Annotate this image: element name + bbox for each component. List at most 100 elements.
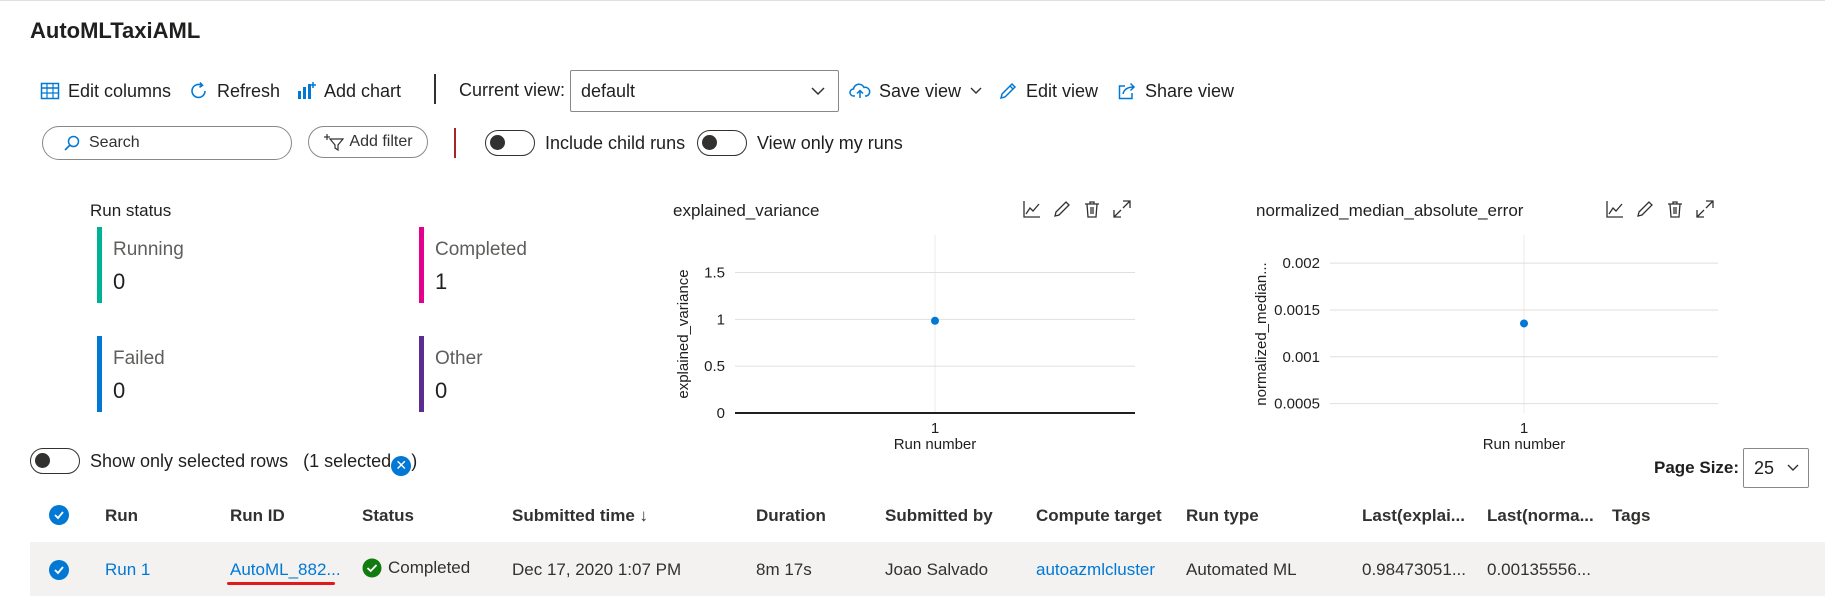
trash-icon[interactable]: [1082, 199, 1102, 219]
chart-title: explained_variance: [673, 201, 820, 220]
edit-view-button[interactable]: Edit view: [998, 76, 1098, 106]
y-tick-label: 0.0005: [1274, 396, 1320, 413]
expand-icon[interactable]: [1695, 199, 1715, 219]
bar-chart-icon: [298, 82, 316, 99]
data-point: [1520, 319, 1528, 328]
status-tile-label: Running: [113, 239, 184, 260]
refresh-button[interactable]: Refresh: [189, 76, 280, 106]
last-explained-variance-cell: 0.98473051...: [1362, 560, 1466, 579]
select-all-checkbox[interactable]: [49, 505, 69, 525]
include-child-runs-toggle[interactable]: [485, 130, 535, 156]
chart-title: normalized_median_absolute_error: [1256, 201, 1524, 220]
column-header-duration[interactable]: Duration: [756, 506, 826, 526]
status-color-bar: [419, 227, 424, 303]
page-size-dropdown[interactable]: 25: [1743, 448, 1809, 488]
submitted-time-cell: Dec 17, 2020 1:07 PM: [512, 560, 682, 579]
view-only-my-runs-label: View only my runs: [757, 133, 903, 153]
chart-actions: [1022, 199, 1132, 219]
add-filter-label: Add filter: [349, 133, 413, 150]
selected-count: (1 selected: [303, 451, 392, 471]
current-view-dropdown[interactable]: default: [570, 70, 839, 112]
add-filter-icon: [324, 134, 345, 151]
status-tile-running[interactable]: Running 0: [97, 227, 297, 303]
status-tile-label: Completed: [435, 239, 527, 260]
annotation-underline: [227, 582, 335, 585]
view-only-my-runs-toggle[interactable]: [697, 130, 747, 156]
edit-columns-button[interactable]: Edit columns: [40, 76, 171, 106]
share-view-button[interactable]: Share view: [1117, 76, 1234, 106]
add-chart-label: Add chart: [324, 80, 402, 101]
column-header-submitted-time[interactable]: Submitted time ↓: [512, 506, 648, 526]
expand-icon[interactable]: [1112, 199, 1132, 219]
chevron-down-icon: [1787, 464, 1799, 471]
trash-icon[interactable]: [1665, 199, 1685, 219]
column-header-last-normalized-error[interactable]: Last(norma...: [1487, 506, 1594, 526]
run-type-cell: Automated ML: [1186, 560, 1297, 579]
pencil-icon: [999, 82, 1017, 100]
page-size-label: Page Size:: [1654, 458, 1740, 477]
status-tile-count: 0: [113, 378, 126, 403]
refresh-label: Refresh: [217, 80, 281, 101]
success-check-icon: [362, 558, 382, 578]
show-only-selected-label: Show only selected rows: [90, 451, 289, 471]
filter-divider: [454, 128, 456, 158]
column-header-status[interactable]: Status: [362, 506, 414, 526]
y-tick-label: 0.002: [1282, 255, 1320, 272]
search-input[interactable]: Search: [42, 126, 292, 160]
y-tick-label: 0.001: [1282, 349, 1320, 366]
checkmark-icon: [54, 566, 64, 575]
y-tick-label: 0: [717, 405, 725, 422]
top-divider: [0, 0, 1825, 1]
add-chart-button[interactable]: Add chart: [296, 76, 401, 106]
y-tick-label: 1: [717, 311, 725, 328]
data-point: [931, 316, 939, 325]
clear-selection-icon[interactable]: ✕: [391, 455, 412, 476]
status-tile-other[interactable]: Other 0: [419, 336, 619, 412]
status-color-bar: [97, 336, 102, 412]
column-header-compute-target[interactable]: Compute target: [1036, 506, 1162, 526]
page-title: AutoMLTaxiAML: [30, 18, 201, 43]
status-color-bar: [419, 336, 424, 412]
status-tile-count: 1: [435, 269, 448, 294]
show-only-selected-toggle[interactable]: [30, 448, 80, 474]
column-header-tags[interactable]: Tags: [1612, 506, 1650, 526]
status-tile-completed[interactable]: Completed 1: [419, 227, 619, 303]
status-cell: Completed: [362, 558, 470, 578]
edit-view-label: Edit view: [1026, 80, 1099, 101]
column-header-run-id[interactable]: Run ID: [230, 506, 285, 526]
x-axis-label: Run number: [1483, 436, 1566, 453]
chart-actions: [1605, 199, 1715, 219]
pencil-icon[interactable]: [1052, 199, 1072, 219]
current-view-label: Current view:: [459, 80, 566, 100]
pencil-icon[interactable]: [1635, 199, 1655, 219]
share-view-label: Share view: [1145, 80, 1235, 101]
column-header-run-type[interactable]: Run type: [1186, 506, 1259, 526]
y-axis-label: normalized_median...: [1253, 262, 1270, 405]
search-icon: [64, 135, 80, 151]
status-tile-label: Other: [435, 348, 483, 369]
chevron-down-icon: [970, 87, 982, 94]
column-header-submitted-by[interactable]: Submitted by: [885, 506, 993, 526]
compute-target-link[interactable]: autoazmlcluster: [1036, 560, 1155, 580]
status-tile-count: 0: [113, 269, 126, 294]
toolbar-divider: [434, 74, 436, 104]
column-header-last-explained-variance[interactable]: Last(explai...: [1362, 506, 1465, 526]
add-filter-button[interactable]: Add filter: [308, 126, 428, 158]
submitted-by-cell: Joao Salvado: [885, 560, 989, 579]
selection-summary: Show only selected rows (1 selected ✕): [90, 451, 417, 476]
x-axis-label: Run number: [894, 436, 977, 453]
toggle-knob: [702, 135, 717, 150]
run-id-link[interactable]: AutoML_882...: [230, 560, 341, 580]
toggle-knob: [35, 453, 50, 468]
run-name-link[interactable]: Run 1: [105, 560, 150, 580]
line-chart-icon[interactable]: [1605, 199, 1625, 219]
y-tick-label: 1.5: [704, 264, 725, 281]
status-tile-count: 0: [435, 378, 448, 403]
save-view-button[interactable]: Save view: [849, 76, 983, 106]
row-checkbox[interactable]: [49, 560, 69, 580]
selected-count-close: ): [411, 451, 418, 471]
line-chart-icon[interactable]: [1022, 199, 1042, 219]
status-tile-failed[interactable]: Failed 0: [97, 336, 297, 412]
status-tile-label: Failed: [113, 348, 165, 369]
column-header-run[interactable]: Run: [105, 506, 138, 526]
